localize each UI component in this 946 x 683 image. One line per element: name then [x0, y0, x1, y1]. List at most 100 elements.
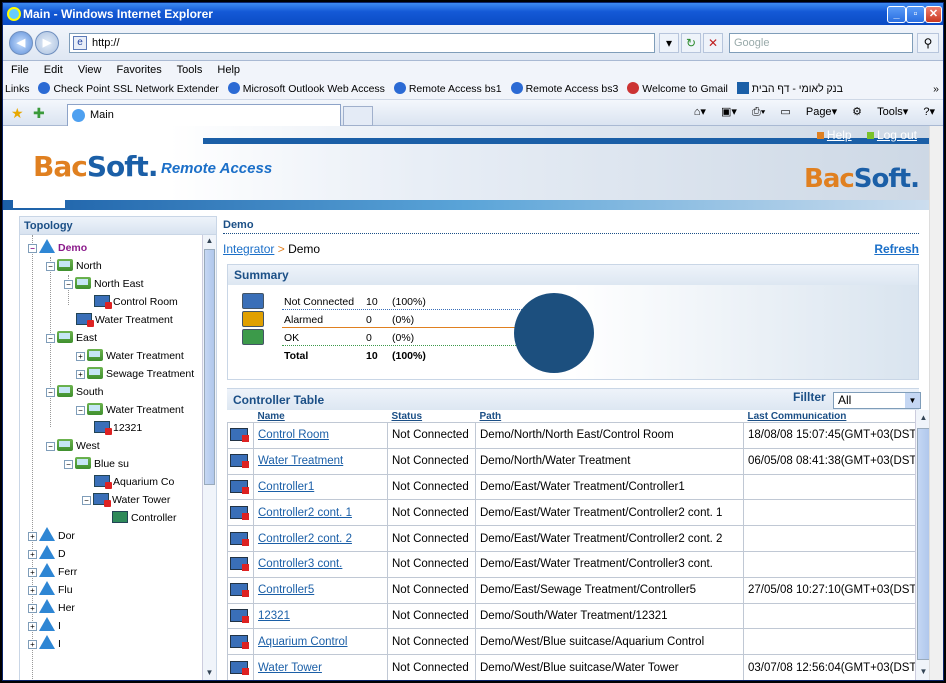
stop-icon[interactable]: ✕: [703, 33, 723, 53]
breadcrumb-integrator-link[interactable]: Integrator: [223, 242, 274, 256]
page-scrollbar[interactable]: [929, 126, 943, 680]
tree-node-east[interactable]: − East: [46, 329, 97, 347]
expand-icon[interactable]: +: [76, 370, 85, 379]
controller-link[interactable]: Aquarium Control: [258, 636, 347, 648]
tree-node-control-room[interactable]: Control Room: [94, 293, 178, 311]
tree-node-east-water-treatment[interactable]: + Water Treatment: [76, 347, 184, 365]
tree-node-controller[interactable]: Controller: [112, 509, 177, 527]
add-favorite-icon[interactable]: ✚: [33, 105, 45, 122]
controller-link[interactable]: Controller5: [258, 584, 314, 596]
expand-icon[interactable]: +: [28, 568, 37, 577]
tree-node-site[interactable]: + I: [28, 617, 61, 635]
controller-link[interactable]: Controller2 cont. 2: [258, 533, 352, 545]
favorites-star-icon[interactable]: ★: [11, 105, 24, 122]
controller-link[interactable]: Controller2 cont. 1: [258, 507, 352, 519]
logout-link[interactable]: Log out: [866, 128, 917, 142]
controller-link[interactable]: Water Treatment: [258, 455, 343, 467]
scroll-up-icon[interactable]: ▲: [204, 235, 215, 247]
tools-menu[interactable]: ⚙ Tools▾: [852, 106, 908, 118]
scroll-thumb[interactable]: [204, 249, 215, 485]
expand-icon[interactable]: +: [28, 604, 37, 613]
page-menu[interactable]: ▭ Page▾: [780, 106, 837, 118]
column-header-last-communication[interactable]: Last Communication: [744, 412, 934, 423]
tree-node-north[interactable]: − North: [46, 257, 102, 275]
help-icon[interactable]: ?▾: [923, 106, 935, 118]
help-link[interactable]: Help: [816, 128, 852, 142]
tree-node-site[interactable]: + Dor: [28, 527, 75, 545]
forward-button[interactable]: ▶: [35, 31, 59, 55]
collapse-icon[interactable]: −: [82, 496, 91, 505]
column-header-name[interactable]: Name: [254, 412, 388, 423]
link-leumi[interactable]: בנק לאומי - דף הבית: [736, 82, 843, 95]
link-remote-bs3[interactable]: Remote Access bs3: [510, 82, 618, 95]
controller-link[interactable]: Controller1: [258, 481, 314, 493]
back-button[interactable]: ◀: [9, 31, 33, 55]
tree-node-north-east[interactable]: − North East: [64, 275, 144, 293]
controller-link[interactable]: Controller3 cont.: [258, 558, 342, 570]
print-icon[interactable]: ⎙▾: [752, 106, 765, 118]
column-header-status[interactable]: Status: [388, 412, 476, 423]
maximize-button[interactable]: ▫: [906, 6, 925, 23]
collapse-icon[interactable]: −: [46, 442, 55, 451]
link-remote-bs1[interactable]: Remote Access bs1: [393, 82, 502, 95]
address-dropdown-icon[interactable]: ▾: [659, 33, 679, 53]
menu-edit[interactable]: Edit: [44, 64, 63, 76]
tree-node-water-tower[interactable]: − Water Tower: [82, 491, 170, 509]
column-header-path[interactable]: Path: [476, 412, 744, 423]
close-button[interactable]: ✕: [925, 6, 942, 23]
collapse-icon[interactable]: −: [76, 406, 85, 415]
collapse-icon[interactable]: −: [46, 262, 55, 271]
feeds-icon[interactable]: ▣▾: [721, 106, 737, 118]
link-gmail[interactable]: Welcome to Gmail: [627, 82, 728, 95]
menu-tools[interactable]: Tools: [177, 64, 203, 76]
tree-node-water-treatment[interactable]: Water Treatment: [76, 311, 173, 329]
collapse-icon[interactable]: −: [28, 244, 37, 253]
tree-node-site[interactable]: + Flu: [28, 581, 73, 599]
search-input[interactable]: Google: [729, 33, 913, 53]
collapse-icon[interactable]: −: [64, 460, 73, 469]
controller-link[interactable]: Control Room: [258, 429, 329, 441]
tree-node-site[interactable]: + Ferr: [28, 563, 77, 581]
tree-node-west[interactable]: − West: [46, 437, 100, 455]
topology-scrollbar[interactable]: ▲ ▼: [202, 235, 216, 680]
controller-link[interactable]: Water Tower: [258, 662, 322, 674]
tree-node-demo[interactable]: − Demo: [28, 239, 87, 257]
home-icon[interactable]: ⌂▾: [694, 106, 706, 118]
scroll-down-icon[interactable]: ▼: [204, 667, 215, 679]
collapse-icon[interactable]: −: [64, 280, 73, 289]
tree-node-site[interactable]: + D: [28, 545, 66, 563]
address-field[interactable]: e http://: [69, 33, 655, 53]
link-outlook[interactable]: Microsoft Outlook Web Access: [227, 82, 385, 95]
menu-file[interactable]: File: [11, 64, 29, 76]
tree-node-blue-suitcase[interactable]: − Blue su: [64, 455, 129, 473]
links-overflow-icon[interactable]: »: [933, 79, 939, 99]
menu-help[interactable]: Help: [217, 64, 240, 76]
expand-icon[interactable]: +: [76, 352, 85, 361]
tree-node-south-water-treatment[interactable]: − Water Treatment: [76, 401, 184, 419]
dropdown-arrow-icon[interactable]: ▼: [905, 393, 920, 408]
collapse-icon[interactable]: −: [46, 388, 55, 397]
tree-node-site[interactable]: + I: [28, 635, 61, 653]
tree-node-12321[interactable]: 12321: [94, 419, 142, 437]
expand-icon[interactable]: +: [28, 550, 37, 559]
new-tab-button[interactable]: [343, 106, 373, 126]
expand-icon[interactable]: +: [28, 586, 37, 595]
tree-node-south[interactable]: − South: [46, 383, 103, 401]
expand-icon[interactable]: +: [28, 622, 37, 631]
controller-link[interactable]: 12321: [258, 610, 290, 622]
expand-icon[interactable]: +: [28, 532, 37, 541]
tree-node-aquarium[interactable]: Aquarium Co: [94, 473, 174, 491]
filter-select[interactable]: All ▼: [833, 392, 921, 409]
menu-favorites[interactable]: Favorites: [117, 64, 162, 76]
refresh-link[interactable]: Refresh: [874, 242, 919, 256]
minimize-button[interactable]: _: [887, 6, 906, 23]
search-icon[interactable]: ⚲: [917, 33, 939, 53]
collapse-icon[interactable]: −: [46, 334, 55, 343]
menu-view[interactable]: View: [78, 64, 102, 76]
tree-node-sewage-treatment[interactable]: + Sewage Treatment: [76, 365, 194, 383]
tab-main[interactable]: Main: [67, 104, 341, 126]
refresh-icon[interactable]: ↻: [681, 33, 701, 53]
tree-node-site[interactable]: + Her: [28, 599, 75, 617]
expand-icon[interactable]: +: [28, 640, 37, 649]
link-checkpoint[interactable]: Check Point SSL Network Extender: [38, 82, 219, 95]
